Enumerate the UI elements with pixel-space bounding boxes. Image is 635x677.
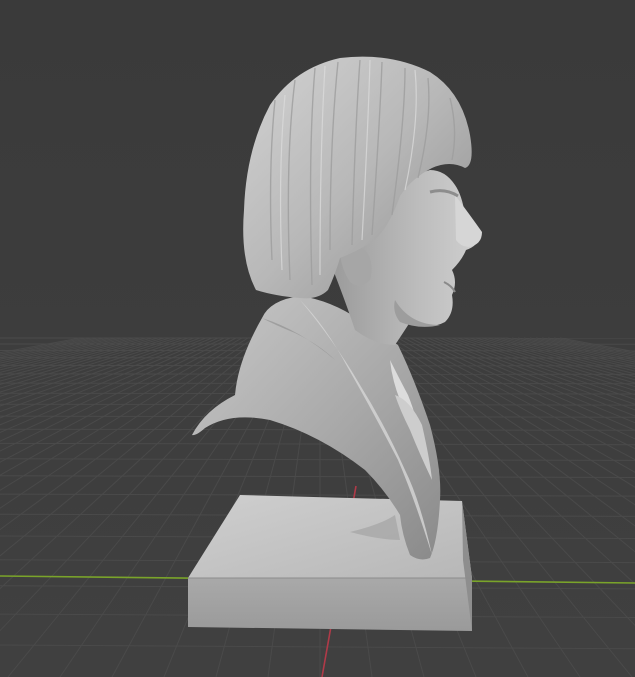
3d-viewport[interactable]: [0, 0, 635, 677]
viewport-canvas[interactable]: [0, 0, 635, 677]
